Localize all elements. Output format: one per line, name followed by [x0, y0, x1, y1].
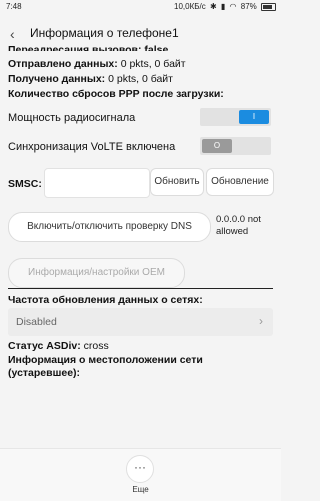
- status-time: 7:48: [6, 2, 22, 11]
- smsc-refresh-button[interactable]: Обновить: [150, 168, 204, 196]
- data-received-label: Получено данных:: [8, 73, 106, 85]
- location-info-label: Информация о местоположении сети (устаре…: [8, 354, 203, 379]
- wifi-icon: ◠: [229, 2, 237, 11]
- ppp-reset-label: Количество сбросов PPP после загрузки:: [8, 88, 224, 100]
- network-refresh-value: Disabled: [16, 316, 57, 328]
- smsc-label: SMSC:: [8, 178, 42, 190]
- volte-sync-knob: O: [202, 139, 232, 153]
- asdiv-value: cross: [83, 340, 109, 352]
- section-divider: [8, 288, 273, 289]
- status-right: 10,0КБ/с ✱ ▮ ◠ 87%: [172, 2, 276, 11]
- data-sent-label: Отправлено данных:: [8, 58, 118, 70]
- smsc-update-button[interactable]: Обновление: [206, 168, 274, 196]
- redirect-line-partial: Переадресация вызовов: false: [8, 44, 169, 51]
- radio-power-label: Мощность радиосигнала: [8, 112, 136, 124]
- chevron-right-icon: ›: [259, 314, 263, 328]
- battery-percent: 87%: [240, 2, 257, 11]
- radio-power-knob: I: [239, 110, 269, 124]
- volte-sync-toggle[interactable]: O: [200, 137, 271, 155]
- volte-sync-label: Синхронизация VoLTE включена: [8, 141, 176, 153]
- oem-settings-button[interactable]: Информация/настройки OEM: [8, 258, 185, 288]
- data-sent-value: 0 pkts, 0 байт: [120, 58, 186, 70]
- data-received-value: 0 pkts, 0 байт: [108, 73, 173, 85]
- data-received-row: Получено данных: 0 pkts, 0 байт: [8, 73, 173, 85]
- bluetooth-icon: ✱: [209, 2, 217, 11]
- bottom-bar: ··· Еще: [0, 448, 281, 501]
- radio-power-toggle[interactable]: I: [200, 108, 271, 126]
- asdiv-row: Статус ASDiv: cross: [8, 340, 109, 352]
- status-bar: 7:48 10,0КБ/с ✱ ▮ ◠ 87%: [0, 0, 281, 14]
- battery-icon: [261, 2, 276, 11]
- back-arrow-icon[interactable]: ‹: [10, 26, 24, 42]
- network-speed: 10,0КБ/с: [174, 2, 206, 11]
- network-refresh-select[interactable]: Disabled ›: [8, 308, 273, 336]
- signal-icon: ▮: [220, 2, 226, 11]
- more-options-button[interactable]: ···: [126, 455, 154, 483]
- smsc-input[interactable]: [44, 168, 150, 198]
- dns-status: 0.0.0.0 not allowed: [216, 214, 261, 237]
- asdiv-label: Статус ASDiv:: [8, 340, 81, 352]
- page-title: Информация о телефоне1: [30, 26, 179, 40]
- scroll-content[interactable]: Переадресация вызовов: false Отправлено …: [0, 44, 281, 444]
- dns-check-toggle-button[interactable]: Включить/отключить проверку DNS: [8, 212, 211, 242]
- more-label: Еще: [132, 485, 149, 494]
- network-refresh-label: Частота обновления данных о сетях:: [8, 294, 203, 306]
- data-sent-row: Отправлено данных: 0 pkts, 0 байт: [8, 58, 186, 70]
